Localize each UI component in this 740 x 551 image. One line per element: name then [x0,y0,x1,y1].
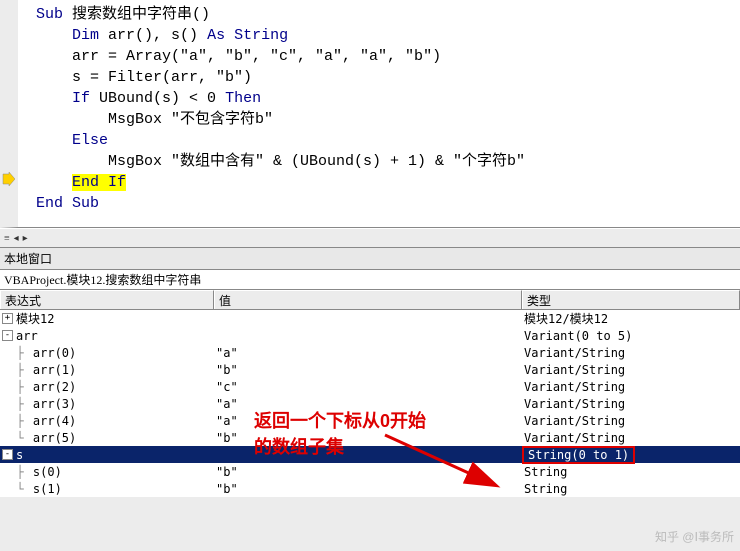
var-type: String(0 to 1) [522,446,740,464]
code-line: End Sub [36,193,740,214]
code-line: End If [36,172,740,193]
header-type[interactable]: 类型 [522,290,740,309]
code-line: arr = Array("a", "b", "c", "a", "a", "b"… [36,46,740,67]
var-value: "b" [214,482,522,496]
var-type: Variant/String [522,414,740,428]
var-name: arr(4) [33,414,76,428]
code-line: Sub 搜索数组中字符串() [36,4,740,25]
collapse-icon[interactable]: - [2,449,13,460]
var-type: Variant/String [522,346,740,360]
locals-row[interactable]: └ s(1)"b"String [0,480,740,497]
var-type: Variant/String [522,397,740,411]
header-value[interactable]: 值 [214,290,522,309]
var-name: arr(3) [33,397,76,411]
execution-pointer-icon [1,172,15,186]
project-context: VBAProject.模块12.搜索数组中字符串 [0,270,740,290]
code-line: Dim arr(), s() As String [36,25,740,46]
var-name: arr(0) [33,346,76,360]
var-name: arr [16,329,38,343]
var-value: "b" [214,363,522,377]
watermark: 知乎 @Ⅰ事务所 [655,528,734,545]
var-name: 模块12 [16,310,54,327]
locals-row[interactable]: ├ arr(1)"b"Variant/String [0,361,740,378]
expand-icon[interactable]: + [2,313,13,324]
var-name: arr(1) [33,363,76,377]
var-value: "b" [214,465,522,479]
locals-row[interactable]: -arr Variant(0 to 5) [0,327,740,344]
nav-icon[interactable]: ≡ [2,233,12,244]
var-type: Variant/String [522,363,740,377]
var-name: s [16,448,23,462]
var-type: String [522,465,740,479]
code-line: Else [36,130,740,151]
var-type: 模块12/模块12 [522,310,740,327]
code-nav-bar: ≡ ◂ ▸ [0,228,740,248]
var-type: Variant(0 to 5) [522,329,740,343]
var-type: String [522,482,740,496]
locals-row[interactable]: +模块12 模块12/模块12 [0,310,740,327]
locals-grid-body[interactable]: +模块12模块12/模块12-arrVariant(0 to 5) ├ arr(… [0,310,740,497]
code-editor[interactable]: Sub 搜索数组中字符串() Dim arr(), s() As String … [0,0,740,228]
var-type: Variant/String [522,431,740,445]
var-name: arr(5) [33,431,76,445]
locals-row[interactable]: ├ s(0)"b"String [0,463,740,480]
nav-icon[interactable]: ▸ [21,233,30,244]
locals-row[interactable]: ├ arr(2)"c"Variant/String [0,378,740,395]
header-expression[interactable]: 表达式 [0,290,214,309]
var-value: "a" [214,346,522,360]
code-line: s = Filter(arr, "b") [36,67,740,88]
var-name: arr(2) [33,380,76,394]
locals-grid-header: 表达式 值 类型 [0,290,740,310]
code-line: If UBound(s) < 0 Then [36,88,740,109]
code-line: MsgBox "不包含字符b" [36,109,740,130]
locals-row[interactable]: ├ arr(0)"a"Variant/String [0,344,740,361]
var-type: Variant/String [522,380,740,394]
callout-text: 返回一个下标从0开始 的数组子集 [254,408,426,460]
var-name: s(1) [33,482,62,496]
nav-icon[interactable]: ◂ [12,233,21,244]
locals-window-title: 本地窗口 [0,248,740,270]
var-value: "c" [214,380,522,394]
collapse-icon[interactable]: - [2,330,13,341]
var-name: s(0) [33,465,62,479]
code-line: MsgBox "数组中含有" & (UBound(s) + 1) & "个字符b… [36,151,740,172]
